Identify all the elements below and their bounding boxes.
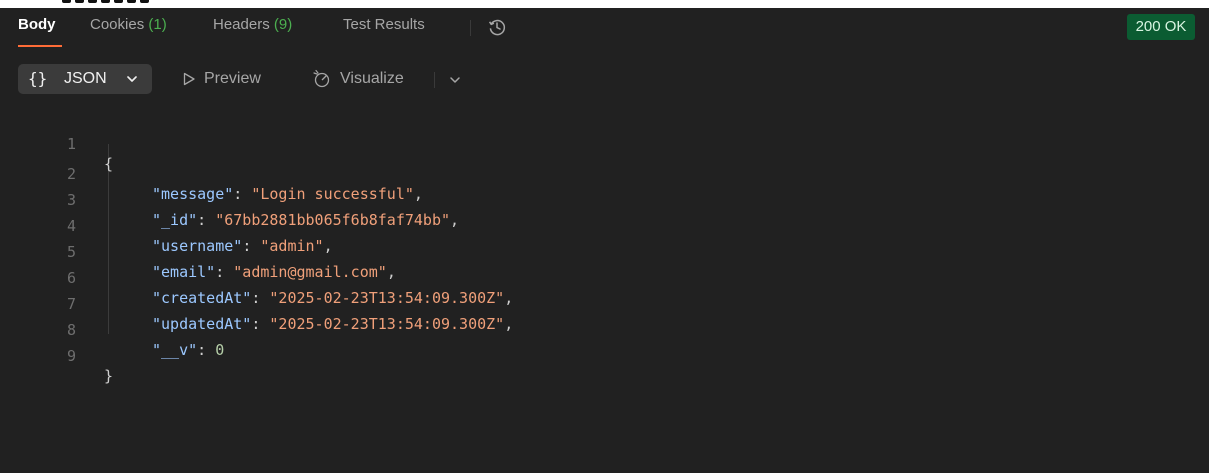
json-field: "_id": "67bb2881bb065f6b8faf74bb", (152, 211, 460, 229)
top-strip (0, 0, 1209, 8)
json-comma: , (504, 289, 514, 307)
tab-cookies[interactable]: Cookies (1) (90, 16, 167, 33)
code-line: 7 "updatedAt": "2025-02-23T13:54:09.300Z… (0, 274, 513, 333)
code-line: 1 { (0, 114, 113, 173)
json-key: "createdAt" (152, 289, 252, 307)
format-select-label: JSON (64, 70, 107, 87)
json-field: "email": "admin@gmail.com", (152, 263, 396, 281)
json-comma: , (504, 315, 514, 333)
view-toolbar: {} JSON Preview Visualize (0, 60, 1209, 98)
chevron-down-icon (127, 76, 137, 82)
json-key: "email" (152, 263, 216, 281)
json-value: 0 (215, 341, 225, 359)
code-line: 9 } (0, 326, 113, 385)
tab-test-results[interactable]: Test Results (343, 16, 425, 33)
tab-headers[interactable]: Headers (9) (213, 16, 292, 33)
active-tab-indicator (18, 45, 62, 47)
code-line: 5 "email": "admin@gmail.com", (0, 222, 396, 281)
json-value: "Login successful" (251, 185, 414, 203)
status-badge: 200 OK (1127, 14, 1195, 40)
code-line: 4 "username": "admin", (0, 196, 333, 255)
visualize-button[interactable]: Visualize (312, 64, 404, 94)
preview-label: Preview (204, 70, 261, 87)
format-select[interactable]: {} JSON (18, 64, 152, 94)
response-tabs: Body Cookies (1) Headers (9) Test Result… (0, 8, 1209, 48)
json-comma: , (386, 263, 396, 281)
tab-cookies-count: (1) (148, 16, 167, 33)
json-key: "_id" (152, 211, 198, 229)
tab-test-results-label: Test Results (343, 16, 425, 33)
cropped-heading-glyphs (62, 0, 149, 3)
code-line: 3 "_id": "67bb2881bb065f6b8faf74bb", (0, 170, 459, 229)
line-number: 9 (66, 347, 76, 365)
json-comma: , (450, 211, 460, 229)
code-line: 2 "message": "Login successful", (0, 144, 423, 203)
tab-cookies-label: Cookies (90, 16, 145, 33)
json-value: "admin@gmail.com" (233, 263, 387, 281)
json-field: "message": "Login successful", (152, 185, 423, 203)
response-panel: Body Cookies (1) Headers (9) Test Result… (0, 8, 1209, 473)
json-open-brace: { (104, 155, 114, 173)
json-close-brace: } (104, 367, 114, 385)
more-options-chevron-icon[interactable] (448, 73, 462, 87)
tab-body[interactable]: Body (18, 16, 56, 33)
visualize-icon (313, 69, 330, 87)
json-key: "updatedAt" (152, 315, 252, 333)
json-value: "2025-02-23T13:54:09.300Z" (269, 289, 505, 307)
json-braces-icon: {} (28, 69, 48, 88)
json-value: "67bb2881bb065f6b8faf74bb" (215, 211, 451, 229)
json-key: "message" (152, 185, 234, 203)
code-line: 8 "__v": 0 (0, 300, 224, 359)
code-line: 6 "createdAt": "2025-02-23T13:54:09.300Z… (0, 248, 513, 307)
json-field: "updatedAt": "2025-02-23T13:54:09.300Z", (152, 315, 514, 333)
tab-body-label: Body (18, 16, 56, 33)
json-field: "__v": 0 (152, 341, 225, 359)
history-icon[interactable] (487, 17, 507, 37)
json-key: "username" (152, 237, 243, 255)
preview-button[interactable]: Preview (182, 64, 261, 94)
play-icon (183, 72, 195, 85)
tab-headers-count: (9) (273, 16, 293, 33)
json-comma: , (413, 185, 423, 203)
json-response-body[interactable]: 1 { 2 "message": "Login successful", 3 "… (0, 114, 1209, 454)
json-field: "createdAt": "2025-02-23T13:54:09.300Z", (152, 289, 514, 307)
json-field: "username": "admin", (152, 237, 333, 255)
visualize-label: Visualize (340, 70, 404, 87)
json-comma: , (323, 237, 333, 255)
tab-headers-label: Headers (213, 16, 270, 33)
json-value: "admin" (260, 237, 324, 255)
json-key: "__v" (152, 341, 198, 359)
json-value: "2025-02-23T13:54:09.300Z" (269, 315, 505, 333)
toolbar-divider (434, 72, 435, 88)
tab-divider (470, 20, 471, 36)
